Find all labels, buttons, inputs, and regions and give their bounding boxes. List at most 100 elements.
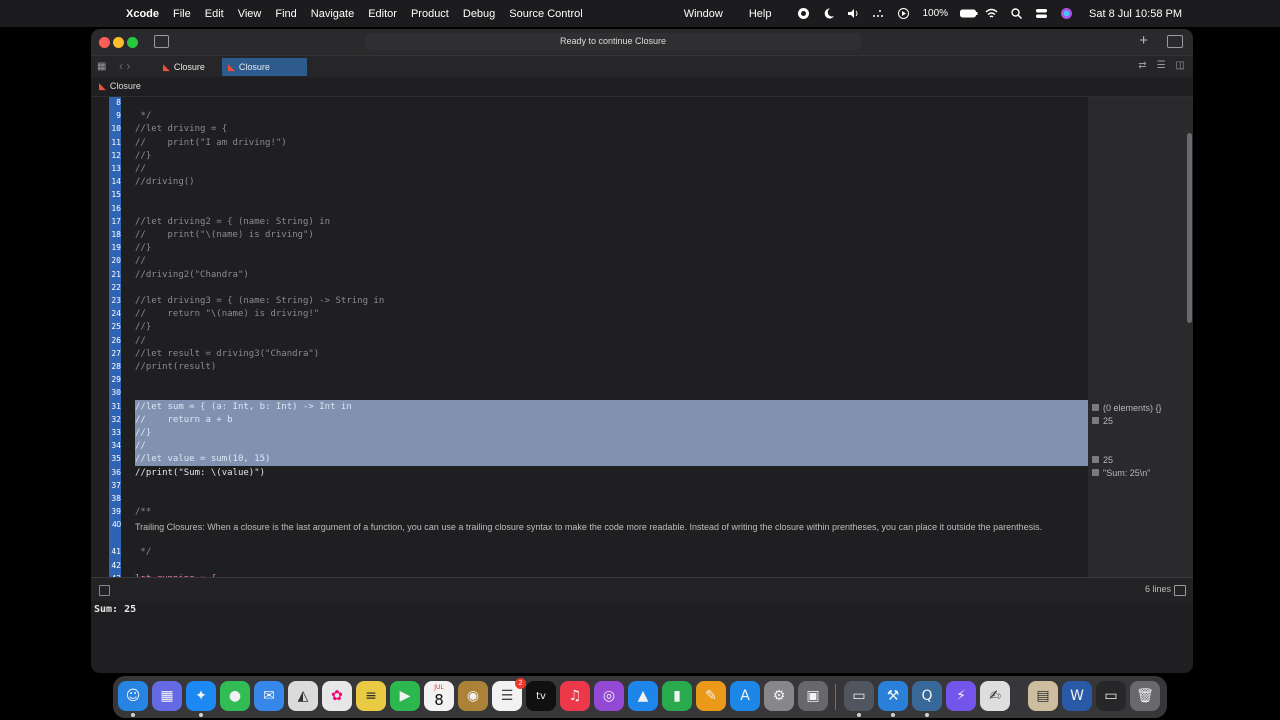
zoom-window-button[interactable] — [127, 37, 138, 48]
bluetooth-dots-icon[interactable] — [872, 7, 885, 20]
code-line[interactable]: 28 //print(result) — [91, 362, 1088, 375]
moon-icon[interactable] — [822, 7, 835, 20]
menu-navigate[interactable]: Navigate — [311, 8, 354, 20]
calendar-icon[interactable]: JUL 8 — [424, 681, 454, 711]
code-line[interactable]: 33 //} — [91, 428, 1088, 441]
quicktime-icon[interactable]: Q — [912, 681, 942, 717]
code-line[interactable]: 37 — [91, 481, 1088, 494]
simulator-icon[interactable]: ▭ — [844, 681, 874, 717]
screenshot-icon[interactable]: ▣ — [798, 681, 828, 711]
notes-icon[interactable]: ≡ — [356, 681, 386, 711]
menu-find[interactable]: Find — [275, 8, 296, 20]
menu-source-control[interactable]: Source Control — [509, 8, 582, 20]
code-line[interactable]: 23 //let driving3 = { (name: String) -> S… — [91, 296, 1088, 309]
menu-edit[interactable]: Edit — [205, 8, 224, 20]
trash-icon[interactable]: 🗑 — [1130, 681, 1160, 711]
code-line[interactable]: 9 */ — [91, 111, 1088, 124]
code-line[interactable]: 35 //let value = sum(10, 15) — [91, 454, 1088, 467]
messenger-icon[interactable]: ⚡ — [946, 681, 976, 711]
word-icon[interactable]: W — [1062, 681, 1092, 711]
record-icon[interactable] — [797, 7, 810, 20]
system-settings-icon[interactable]: ⚙ — [764, 681, 794, 711]
code-line[interactable]: 15 — [91, 190, 1088, 203]
code-line[interactable]: 20 // — [91, 256, 1088, 269]
search-icon[interactable] — [1010, 7, 1023, 20]
vertical-scrollbar[interactable] — [1185, 97, 1193, 577]
menu-file[interactable]: File — [173, 8, 191, 20]
result-item[interactable]: 25 — [1092, 416, 1113, 426]
console-toggle-icon[interactable] — [1174, 585, 1186, 596]
menu-bar-clock[interactable]: Sat 8 Jul 10:58 PM — [1089, 8, 1182, 20]
back-forward-icon[interactable]: ‹ › — [119, 59, 130, 73]
siri-icon[interactable] — [1060, 7, 1073, 20]
menu-window[interactable]: Window — [684, 8, 723, 20]
result-toggle-icon[interactable] — [1092, 456, 1099, 463]
code-line[interactable]: 12 //} — [91, 151, 1088, 164]
code-line[interactable]: 34 // — [91, 441, 1088, 454]
jump-bar[interactable]: ◣ Closure — [91, 77, 1193, 97]
menu-editor[interactable]: Editor — [368, 8, 397, 20]
code-line[interactable]: 18 // print("\(name) is driving") — [91, 230, 1088, 243]
code-line[interactable]: 10 //let driving = { — [91, 124, 1088, 137]
result-toggle-icon[interactable] — [1092, 469, 1099, 476]
code-line[interactable]: 26 // — [91, 336, 1088, 349]
jump-bar-file[interactable]: Closure — [110, 81, 141, 91]
music-icon[interactable]: ♫ — [560, 681, 590, 711]
code-line[interactable]: 17 //let driving2 = { (name: String) in — [91, 217, 1088, 230]
mail-icon[interactable]: ✉ — [254, 681, 284, 711]
close-window-button[interactable] — [99, 37, 110, 48]
pages-icon[interactable]: ✎ — [696, 681, 726, 711]
code-line[interactable]: 22 — [91, 283, 1088, 296]
navigator-toggle-icon[interactable] — [154, 35, 169, 48]
menu-app-name[interactable]: Xcode — [126, 8, 159, 20]
code-line[interactable]: 21 //driving2("Chandra") — [91, 270, 1088, 283]
podcasts-icon[interactable]: ◎ — [594, 681, 624, 711]
code-line[interactable]: 41 */ — [91, 547, 1088, 560]
scrollbar-thumb[interactable] — [1187, 133, 1192, 323]
code-line[interactable]: 16 — [91, 204, 1088, 217]
keynote-icon[interactable]: ▲ — [628, 681, 658, 711]
wifi-icon[interactable] — [985, 7, 998, 20]
refresh-icon[interactable]: ⇄ — [1138, 60, 1146, 71]
menu-debug[interactable]: Debug — [463, 8, 495, 20]
code-line[interactable]: 40 Trailing Closures: When a closure is … — [91, 520, 1088, 548]
result-item[interactable]: (0 elements) {} — [1092, 403, 1162, 413]
code-line[interactable]: 30 — [91, 388, 1088, 401]
menu-view[interactable]: View — [238, 8, 262, 20]
menu-product[interactable]: Product — [411, 8, 449, 20]
inspector-toggle-icon[interactable] — [1167, 35, 1183, 48]
minimize-window-button[interactable] — [113, 37, 124, 48]
code-line[interactable]: 13 // — [91, 164, 1088, 177]
code-line[interactable]: 8 — [91, 98, 1088, 111]
downloads-folder-icon[interactable]: ▭ — [1096, 681, 1126, 711]
tab-closure-2-active[interactable]: ◣ Closure — [222, 58, 307, 76]
apple-tv-icon[interactable]: tv — [526, 681, 556, 711]
finder-icon[interactable]: ☺ — [118, 681, 148, 717]
code-line[interactable]: 11 // print("I am driving!") — [91, 138, 1088, 151]
code-line[interactable]: 32 // return a + b — [91, 415, 1088, 428]
facetime-icon[interactable]: ▶ — [390, 681, 420, 711]
play-circle-icon[interactable] — [897, 7, 910, 20]
code-line[interactable]: 27 //let result = driving3("Chandra") — [91, 349, 1088, 362]
launchpad-icon[interactable]: ▦ — [152, 681, 182, 711]
safari-icon[interactable]: ✦ — [186, 681, 216, 717]
result-item[interactable]: "Sum: 25\n" — [1092, 468, 1150, 478]
code-line[interactable]: 38 — [91, 494, 1088, 507]
code-line[interactable]: 29 — [91, 375, 1088, 388]
volume-icon[interactable] — [847, 7, 860, 20]
control-center-icon[interactable] — [1035, 7, 1048, 20]
code-line[interactable]: 14 //driving() — [91, 177, 1088, 190]
xcode-icon[interactable]: ⚒ — [878, 681, 908, 717]
textedit-icon[interactable]: ✍ — [980, 681, 1010, 711]
app-store-icon[interactable]: A — [730, 681, 760, 711]
numbers-icon[interactable]: ▮ — [662, 681, 692, 711]
code-line[interactable]: 36 //print("Sum: \(value)") — [91, 468, 1088, 481]
stop-run-icon[interactable] — [99, 585, 110, 596]
code-line[interactable]: 39 /** — [91, 507, 1088, 520]
battery-icon[interactable] — [960, 7, 978, 20]
split-editor-icon[interactable]: ◫ — [1176, 60, 1185, 71]
result-toggle-icon[interactable] — [1092, 417, 1099, 424]
photos-icon[interactable]: ✿ — [322, 681, 352, 711]
code-line[interactable]: 42 — [91, 561, 1088, 574]
related-items-grid-icon[interactable]: ▦ — [97, 61, 106, 72]
